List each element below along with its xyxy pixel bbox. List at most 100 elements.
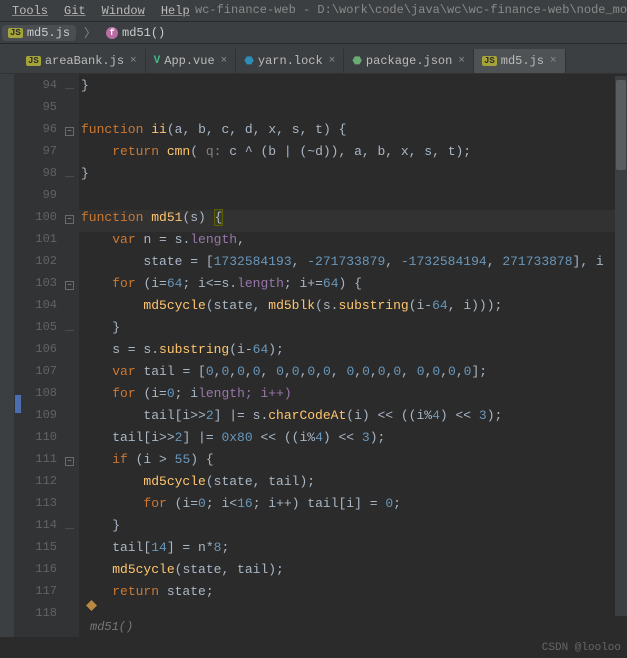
- code-line[interactable]: state = [1732584193, -271733879, -173258…: [79, 254, 627, 276]
- fold-cell: [65, 408, 79, 430]
- code-line[interactable]: md5cycle(state, md5blk(s.substring(i-64,…: [79, 298, 627, 320]
- code-line[interactable]: }: [79, 166, 627, 188]
- menu-help[interactable]: Help: [153, 4, 198, 18]
- fold-cell: [65, 298, 79, 320]
- fold-cell: [65, 584, 79, 606]
- fold-cell: [65, 364, 79, 386]
- fold-cell: [65, 232, 79, 254]
- code-line[interactable]: }: [79, 78, 627, 100]
- code-line[interactable]: [79, 606, 627, 628]
- line-number-gutter: 9495969798991001011021031041051061071081…: [15, 74, 65, 637]
- line-number: 100: [15, 210, 65, 232]
- fold-end-marker: [65, 176, 74, 177]
- code-line[interactable]: [79, 100, 627, 122]
- line-number: 110: [15, 430, 65, 452]
- fold-cell: [65, 254, 79, 276]
- fold-cell: [65, 386, 79, 408]
- code-line[interactable]: for (i=64; i<=s.length; i+=64) {: [79, 276, 627, 298]
- code-line[interactable]: if (i > 55) {: [79, 452, 627, 474]
- navigation-bar: JS md5.js 〉 f md51(): [0, 22, 627, 44]
- fold-cell: [65, 474, 79, 496]
- fold-cell: [65, 430, 79, 452]
- nav-file-chip[interactable]: JS md5.js: [2, 25, 76, 41]
- line-number: 112: [15, 474, 65, 496]
- gutter-selection-marker: [15, 395, 21, 413]
- close-icon[interactable]: ×: [458, 55, 465, 67]
- code-line[interactable]: function md51(s) {: [79, 210, 627, 232]
- line-number: 111: [15, 452, 65, 474]
- code-line[interactable]: function ii(a, b, c, d, x, s, t) {: [79, 122, 627, 144]
- fold-end-marker: [65, 330, 74, 331]
- code-line[interactable]: }: [79, 518, 627, 540]
- vue-icon: V: [154, 55, 161, 67]
- fold-cell: [65, 144, 79, 166]
- js-icon: JS: [482, 56, 497, 66]
- fold-cell: −: [65, 122, 79, 144]
- code-line[interactable]: return cmn( q: c ^ (b | (~d)), a, b, x, …: [79, 144, 627, 166]
- nav-file-label: md5.js: [27, 26, 70, 40]
- nav-function-chip[interactable]: f md51(): [100, 25, 171, 41]
- code-line[interactable]: tail[i>>2] |= 0x80 << ((i%4) << 3);: [79, 430, 627, 452]
- code-line[interactable]: tail[14] = n*8;: [79, 540, 627, 562]
- vertical-scrollbar[interactable]: [615, 76, 627, 616]
- code-line[interactable]: [79, 188, 627, 210]
- fold-cell: [65, 562, 79, 584]
- code-line[interactable]: md5cycle(state, tail);: [79, 562, 627, 584]
- line-number: 109: [15, 408, 65, 430]
- nav-function-label: md51(): [122, 26, 165, 40]
- tab-label: App.vue: [164, 54, 214, 68]
- fold-gutter: − − − −: [65, 74, 79, 637]
- line-number: 94: [15, 78, 65, 100]
- line-number: 95: [15, 100, 65, 122]
- code-line[interactable]: s = s.substring(i-64);: [79, 342, 627, 364]
- fold-toggle[interactable]: −: [65, 457, 74, 466]
- fold-cell: [65, 518, 79, 540]
- tab-yarnlock[interactable]: ⬣yarn.lock×: [236, 49, 344, 73]
- close-icon[interactable]: ×: [329, 55, 336, 67]
- code-line[interactable]: var tail = [0,0,0,0, 0,0,0,0, 0,0,0,0, 0…: [79, 364, 627, 386]
- fold-cell: −: [65, 452, 79, 474]
- code-line[interactable]: return state;: [79, 584, 627, 606]
- line-number: 115: [15, 540, 65, 562]
- tab-label: package.json: [366, 54, 452, 68]
- fold-toggle[interactable]: −: [65, 215, 74, 224]
- menu-git[interactable]: Git: [56, 4, 94, 18]
- code-line[interactable]: for (i=0; ilength; i++): [79, 386, 627, 408]
- fold-cell: −: [65, 276, 79, 298]
- code-line[interactable]: }: [79, 320, 627, 342]
- fold-cell: [65, 342, 79, 364]
- code-line[interactable]: var n = s.length,: [79, 232, 627, 254]
- code-area[interactable]: } function ii(a, b, c, d, x, s, t) { retu…: [79, 74, 627, 637]
- breadcrumb-function[interactable]: md51(): [90, 620, 133, 634]
- line-number: 102: [15, 254, 65, 276]
- fold-toggle[interactable]: −: [65, 127, 74, 136]
- menu-window[interactable]: Window: [94, 4, 153, 18]
- code-line[interactable]: for (i=0; i<16; i++) tail[i] = 0;: [79, 496, 627, 518]
- fold-end-marker: [65, 88, 74, 89]
- tab-packagejson[interactable]: ⬣package.json×: [344, 49, 474, 73]
- close-icon[interactable]: ×: [130, 55, 137, 67]
- tab-areabank[interactable]: JSareaBank.js×: [18, 49, 146, 73]
- tab-md5[interactable]: JSmd5.js×: [474, 49, 566, 73]
- fold-cell: [65, 540, 79, 562]
- fold-cell: [65, 78, 79, 100]
- fold-toggle[interactable]: −: [65, 281, 74, 290]
- tab-appvue[interactable]: VApp.vue ×: [146, 49, 237, 73]
- fold-cell: [65, 320, 79, 342]
- close-icon[interactable]: ×: [550, 55, 557, 67]
- line-number: 107: [15, 364, 65, 386]
- watermark-text: CSDN @looloo: [542, 642, 621, 654]
- code-line[interactable]: tail[i>>2] |= s.charCodeAt(i) << ((i%4) …: [79, 408, 627, 430]
- scrollbar-thumb[interactable]: [616, 80, 626, 170]
- menu-tools[interactable]: Tools: [4, 4, 56, 18]
- function-icon: f: [106, 27, 118, 39]
- line-number: 116: [15, 562, 65, 584]
- line-number: 114: [15, 518, 65, 540]
- fold-cell: −: [65, 210, 79, 232]
- js-icon: JS: [8, 28, 23, 38]
- code-line[interactable]: md5cycle(state, tail);: [79, 474, 627, 496]
- line-number: 118: [15, 606, 65, 628]
- fold-cell: [65, 606, 79, 628]
- project-stripe: [0, 74, 15, 637]
- close-icon[interactable]: ×: [221, 55, 228, 67]
